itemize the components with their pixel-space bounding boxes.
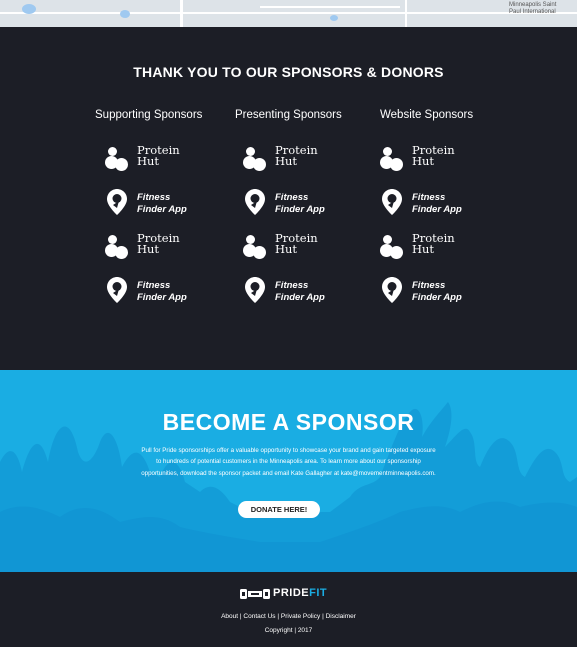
logo-line2: Finder App [275, 291, 325, 303]
protein-hut-icon [380, 235, 404, 259]
logo-line2: Finder App [412, 203, 462, 215]
logo-text: Fitness Finder App [412, 280, 462, 303]
sponsor-column-presenting: Presenting Sponsors [235, 109, 395, 121]
pridefit-icon [240, 589, 270, 599]
footer-link-contact[interactable]: Contact Us [243, 613, 275, 620]
logo-text: Protein Hut [275, 232, 318, 256]
logo-text: Protein Hut [137, 144, 180, 168]
logo-line1: Fitness [275, 192, 309, 203]
logo-line1: Fitness [412, 192, 446, 203]
logo-text: Protein Hut [137, 232, 180, 256]
logo-text: Fitness Finder App [412, 192, 462, 215]
fitness-finder-logo[interactable]: Fitness Finder App [105, 189, 225, 219]
protein-hut-logo[interactable]: Protein Hut [380, 144, 500, 175]
column-heading: Supporting Sponsors [95, 109, 203, 121]
protein-hut-logo[interactable]: Protein Hut [243, 232, 363, 263]
map-lake [22, 4, 36, 14]
fitness-finder-logo[interactable]: Fitness Finder App [380, 189, 500, 219]
brand-part-fit: FIT [309, 587, 328, 599]
logo-line2: Hut [412, 242, 435, 256]
map-road [180, 0, 183, 27]
logo-text: Protein Hut [412, 232, 455, 256]
protein-hut-icon [380, 147, 404, 171]
footer-link-disclaimer[interactable]: Disclaimer [326, 613, 356, 620]
protein-hut-logo[interactable]: Protein Hut [243, 144, 363, 175]
become-sponsor-section: BECOME A SPONSOR Pull for Pride sponsors… [0, 370, 577, 572]
logo-line2: Hut [412, 154, 435, 168]
footer-link-about[interactable]: About [221, 613, 238, 620]
logo-line2: Hut [275, 242, 298, 256]
footer-link-privacy[interactable]: Private Policy [281, 613, 320, 620]
map-pin-icon [382, 189, 402, 215]
fitness-finder-logo[interactable]: Fitness Finder App [380, 277, 500, 307]
brand-part-pride: PRIDE [273, 587, 310, 599]
sponsors-title: THANK YOU TO OUR SPONSORS & DONORS [133, 64, 444, 80]
sponsor-column-website: Website Sponsors [380, 109, 540, 121]
map-pin-icon [107, 277, 127, 303]
logo-text: Protein Hut [275, 144, 318, 168]
logo-line1: Fitness [275, 280, 309, 291]
map-road [0, 12, 577, 14]
logo-line2: Hut [137, 154, 160, 168]
protein-hut-icon [105, 147, 129, 171]
sponsors-section: THANK YOU TO OUR SPONSORS & DONORS Suppo… [0, 27, 577, 370]
logo-text: Protein Hut [412, 144, 455, 168]
fitness-finder-logo[interactable]: Fitness Finder App [243, 189, 363, 219]
protein-hut-icon [243, 235, 267, 259]
logo-line2: Finder App [137, 203, 187, 215]
pridefit-logo[interactable]: PRIDEFIT [240, 586, 340, 602]
donate-button[interactable]: DONATE HERE! [238, 501, 320, 518]
logo-line2: Finder App [275, 203, 325, 215]
logo-line2: Hut [137, 242, 160, 256]
map-pin-icon [245, 277, 265, 303]
protein-hut-logo[interactable]: Protein Hut [105, 144, 225, 175]
logo-text: Fitness Finder App [275, 192, 325, 215]
map-lake [120, 10, 130, 18]
logo-text: Fitness Finder App [275, 280, 325, 303]
fitness-finder-logo[interactable]: Fitness Finder App [243, 277, 363, 307]
column-heading: Presenting Sponsors [235, 109, 342, 121]
logo-line1: Fitness [412, 280, 446, 291]
brand-name: PRIDEFIT [273, 587, 327, 599]
map-road [405, 0, 407, 27]
map-city-label: Minneapolis Saint Paul International [509, 2, 557, 15]
logo-line2: Finder App [137, 291, 187, 303]
footer: PRIDEFIT About | Contact Us | Private Po… [0, 572, 577, 647]
map-pin-icon [382, 277, 402, 303]
protein-hut-logo[interactable]: Protein Hut [380, 232, 500, 263]
logo-line1: Fitness [137, 280, 171, 291]
map-lake [330, 15, 338, 21]
logo-text: Fitness Finder App [137, 280, 187, 303]
fitness-finder-logo[interactable]: Fitness Finder App [105, 277, 225, 307]
map-pin-icon [245, 189, 265, 215]
logo-line2: Hut [275, 154, 298, 168]
copyright: Copyright | 2017 [264, 627, 313, 634]
protein-hut-icon [243, 147, 267, 171]
sponsor-column-supporting: Supporting Sponsors [95, 109, 255, 121]
logo-line2: Finder App [412, 291, 462, 303]
column-heading: Website Sponsors [380, 109, 474, 121]
logo-line1: Fitness [137, 192, 171, 203]
map-pin-icon [107, 189, 127, 215]
protein-hut-icon [105, 235, 129, 259]
footer-links: About | Contact Us | Private Policy | Di… [0, 613, 577, 620]
become-sponsor-text: Pull for Pride sponsorships offer a valu… [141, 447, 436, 477]
map-strip[interactable]: Minneapolis Saint Paul International [0, 0, 577, 27]
map-road [260, 6, 400, 8]
logo-text: Fitness Finder App [137, 192, 187, 215]
protein-hut-logo[interactable]: Protein Hut [105, 232, 225, 263]
become-sponsor-title: BECOME A SPONSOR [162, 409, 415, 435]
